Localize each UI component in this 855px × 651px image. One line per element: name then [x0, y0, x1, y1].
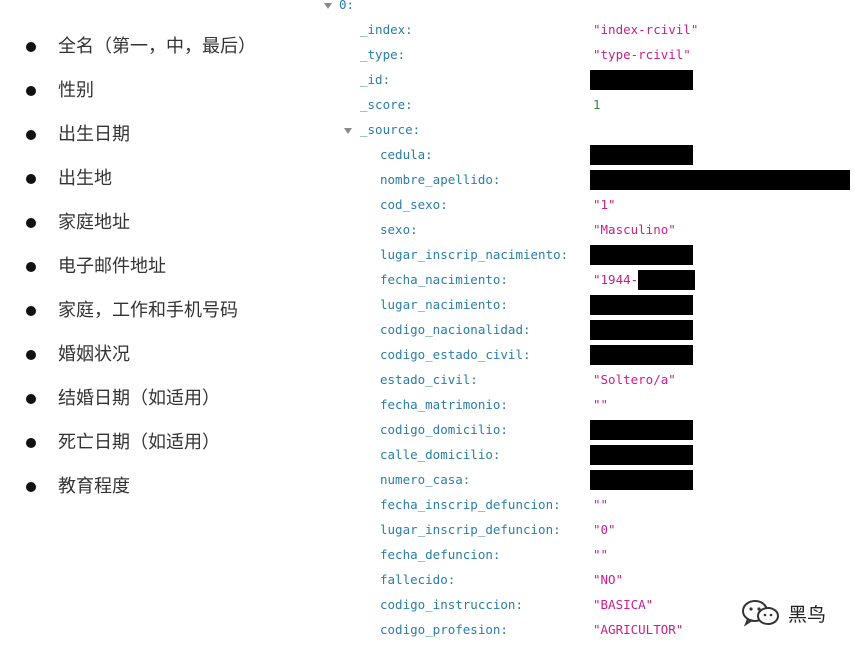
redaction-bar	[590, 445, 693, 465]
bullet-icon	[26, 174, 36, 184]
json-key-numero-casa: numero_casa:	[380, 472, 471, 487]
redaction-bar	[590, 320, 693, 340]
list-item: 婚姻状况	[0, 341, 320, 369]
watermark-text: 黑鸟	[788, 604, 827, 626]
list-item-label: 结婚日期（如适用）	[58, 388, 220, 409]
json-value-fallecido: "NO"	[593, 572, 624, 587]
json-key-calle-domicilio: calle_domicilio:	[380, 447, 501, 462]
json-key-lugar-nacimiento: lugar_nacimiento:	[380, 297, 508, 312]
json-value-fecha-matrimonio: ""	[593, 397, 609, 412]
json-key-id: _id:	[360, 72, 391, 87]
bullet-icon	[26, 42, 36, 52]
json-key-fallecido: fallecido:	[380, 572, 456, 587]
redaction-bar	[590, 145, 693, 165]
bullet-icon	[26, 394, 36, 404]
list-item: 全名（第一，中，最后）	[0, 33, 320, 61]
bullet-icon	[26, 438, 36, 448]
json-key-lugar-inscrip-defuncion: lugar_inscrip_defuncion:	[380, 522, 561, 537]
json-key-fecha-matrimonio: fecha_matrimonio:	[380, 397, 508, 412]
list-item: 家庭，工作和手机号码	[0, 297, 320, 325]
json-key-fecha-defuncion: fecha_defuncion:	[380, 547, 501, 562]
list-item-label: 出生日期	[58, 124, 130, 145]
json-value-cod-sexo: "1"	[593, 197, 616, 212]
list-item: 出生日期	[0, 121, 320, 149]
json-value-type: "type-rcivil"	[593, 47, 691, 62]
json-value-fecha-nacimiento: "1944-	[593, 272, 639, 287]
list-item: 死亡日期（如适用）	[0, 429, 320, 457]
json-root-key: 0:	[339, 0, 355, 12]
bullet-icon	[26, 350, 36, 360]
json-value-lugar-inscrip-defuncion: "0"	[593, 522, 616, 537]
list-item-label: 性别	[58, 80, 94, 101]
wechat-icon	[742, 600, 779, 627]
bullet-icon	[26, 130, 36, 140]
bullet-icon	[26, 482, 36, 492]
json-key-cod-sexo: cod_sexo:	[380, 197, 448, 212]
json-value-fecha-inscrip-defuncion: ""	[593, 497, 609, 512]
json-key-fecha-nacimiento: fecha_nacimiento:	[380, 272, 508, 287]
redaction-bar	[590, 470, 693, 490]
list-item-label: 婚姻状况	[58, 344, 130, 365]
json-key-codigo-nacionalidad: codigo_nacionalidad:	[380, 322, 531, 337]
collapse-toggle-icon[interactable]	[324, 3, 332, 9]
list-item: 家庭地址	[0, 209, 320, 237]
list-item: 电子邮件地址	[0, 253, 320, 281]
json-value-codigo-profesion: "AGRICULTOR"	[593, 622, 684, 637]
list-item: 结婚日期（如适用）	[0, 385, 320, 413]
json-value-codigo-instruccion: "BASICA"	[593, 597, 654, 612]
list-item-label: 家庭地址	[58, 212, 130, 233]
list-item-label: 出生地	[58, 168, 112, 189]
json-key-codigo-domicilio: codigo_domicilio:	[380, 422, 508, 437]
json-value-score: 1	[593, 97, 601, 112]
json-key-index: _index:	[360, 22, 413, 37]
list-item-label: 电子邮件地址	[58, 256, 166, 277]
redaction-bar	[590, 245, 693, 265]
json-value-fecha-defuncion: ""	[593, 547, 609, 562]
json-key-cedula: cedula:	[380, 147, 433, 162]
json-key-type: _type:	[360, 47, 406, 62]
json-value-estado-civil: "Soltero/a"	[593, 372, 676, 387]
redaction-bar	[590, 295, 693, 315]
list-item-label: 全名（第一，中，最后）	[58, 36, 256, 57]
redaction-bar	[590, 420, 693, 440]
redaction-bar	[590, 345, 693, 365]
json-key-estado-civil: estado_civil:	[380, 372, 478, 387]
json-value-index: "index-rcivil"	[593, 22, 699, 37]
json-key-codigo-estado-civil: codigo_estado_civil:	[380, 347, 531, 362]
redaction-bar	[590, 70, 693, 90]
list-item-label: 死亡日期（如适用）	[58, 432, 220, 453]
list-item: 性别	[0, 77, 320, 105]
collapse-toggle-icon[interactable]	[344, 128, 352, 134]
field-bullet-list: 全名（第一，中，最后） 性别 出生日期 出生地 家庭地址 电子邮件地址 家庭，工…	[0, 0, 320, 651]
bullet-icon	[26, 218, 36, 228]
list-item: 教育程度	[0, 473, 320, 501]
list-item-label: 教育程度	[58, 476, 130, 497]
json-value-sexo: "Masculino"	[593, 222, 676, 237]
json-key-sexo: sexo:	[380, 222, 418, 237]
json-key-source: _source:	[360, 122, 421, 137]
bullet-icon	[26, 306, 36, 316]
watermark: 黑鸟	[740, 598, 840, 630]
bullet-icon	[26, 262, 36, 272]
json-key-fecha-inscrip-defuncion: fecha_inscrip_defuncion:	[380, 497, 561, 512]
json-key-codigo-profesion: codigo_profesion:	[380, 622, 508, 637]
json-key-score: _score:	[360, 97, 413, 112]
json-key-codigo-instruccion: codigo_instruccion:	[380, 597, 523, 612]
redaction-bar	[638, 270, 695, 290]
list-item-label: 家庭，工作和手机号码	[58, 300, 238, 321]
json-key-lugar-inscrip-nacimiento: lugar_inscrip_nacimiento:	[380, 247, 569, 262]
json-key-nombre-apellido: nombre_apellido:	[380, 172, 501, 187]
list-item: 出生地	[0, 165, 320, 193]
bullet-icon	[26, 86, 36, 96]
redaction-bar	[590, 170, 850, 190]
